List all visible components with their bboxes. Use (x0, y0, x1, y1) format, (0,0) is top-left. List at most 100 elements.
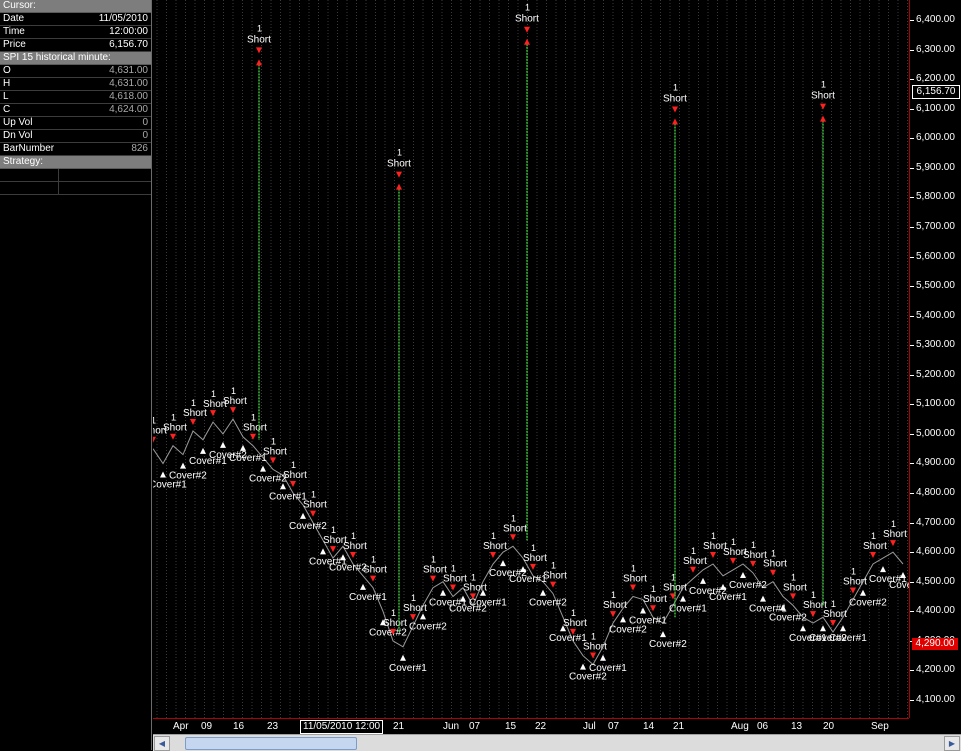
short-label: Short (247, 34, 271, 45)
cover-label: Cover#1 (829, 633, 867, 644)
qty-label: 1 (311, 490, 316, 500)
upvol-label: Up Vol (3, 117, 33, 128)
price-tick (910, 700, 914, 701)
time-tick-label: 23 (267, 721, 279, 732)
low-row: L 4,618.00 (0, 91, 151, 104)
time-tick-label: 14 (643, 721, 655, 732)
cover-arrow-icon (300, 512, 306, 519)
entry-marker-icon (524, 38, 530, 45)
short-label: Short (483, 541, 507, 552)
qty-label: 1 (591, 632, 596, 642)
qty-label: 1 (751, 540, 756, 550)
cover-arrow-icon (220, 441, 226, 448)
price-tick (910, 256, 914, 258)
cover-label: Cover#1 (509, 574, 547, 585)
short-label: Short (883, 529, 907, 540)
cover-arrow-icon (240, 444, 246, 451)
short-label: Short (263, 446, 287, 457)
low-label: L (3, 91, 9, 102)
open-label: O (3, 65, 11, 76)
time-tick-label: Aug (731, 721, 749, 732)
qty-label: 1 (851, 566, 856, 576)
qty-label: 1 (397, 148, 402, 158)
short-arrow-icon (450, 584, 456, 591)
price-tick (910, 404, 914, 406)
chart-canvas[interactable]: Short1Cover#1Short1Cover#2Short1Cover#1S… (153, 0, 909, 718)
cover-arrow-icon (880, 566, 886, 573)
last-price-tag: 4,290.00 (912, 637, 958, 650)
scroll-thumb[interactable] (185, 737, 357, 750)
price-tick (910, 286, 914, 288)
price-tick (910, 315, 914, 317)
price-tick-label: 5,800.00 (916, 191, 955, 203)
strategy-row (0, 182, 151, 195)
cover-arrow-icon (760, 595, 766, 602)
cover-label: Cover#2 (889, 580, 909, 591)
short-arrow-icon (750, 560, 756, 567)
short-arrow-icon (590, 652, 596, 659)
open-row: O 4,631.00 (0, 65, 151, 78)
qty-label: 1 (257, 23, 262, 33)
price-value: 6,156.70 (109, 39, 148, 50)
short-arrow-icon (610, 611, 616, 618)
qty-label: 1 (191, 398, 196, 408)
price-tick (910, 463, 914, 465)
short-arrow-icon (256, 47, 262, 54)
cover-label: Cover#1 (709, 592, 747, 603)
cover-arrow-icon (360, 583, 366, 590)
qty-label: 1 (411, 593, 416, 603)
short-arrow-icon (170, 433, 176, 440)
cover-arrow-icon (400, 654, 406, 661)
cursor-header: Cursor: (0, 0, 151, 13)
qty-label: 1 (331, 525, 336, 535)
qty-label: 1 (571, 608, 576, 618)
price-chart[interactable]: Short1Cover#1Short1Cover#2Short1Cover#1S… (153, 0, 909, 718)
scroll-right-button[interactable]: ▶ (944, 736, 960, 751)
time-axis[interactable]: Apr 09 16 23 21 Jun 07 15 22 Jul 07 14 21 Aug 06 13 20 Se… (153, 718, 909, 735)
qty-label: 1 (771, 549, 776, 559)
cover-label: Cover#2 (729, 580, 767, 591)
price-tick (910, 138, 914, 140)
entry-marker-icon (672, 118, 678, 125)
short-label: Short (223, 396, 247, 407)
time-tick-label: 21 (673, 721, 685, 732)
short-arrow-icon (820, 103, 826, 110)
cover-label: Cover#2 (169, 471, 207, 482)
short-arrow-icon (650, 605, 656, 612)
horizontal-scrollbar[interactable]: ◀ ▶ (153, 734, 961, 751)
price-tick-label: 6,100.00 (916, 102, 955, 114)
price-tick (910, 49, 914, 51)
scroll-left-button[interactable]: ◀ (154, 736, 170, 751)
cover-label: Cover#1 (469, 598, 507, 609)
qty-label: 1 (631, 564, 636, 574)
price-tick (910, 670, 914, 672)
time-tick-label: 22 (535, 721, 547, 732)
cover-arrow-icon (680, 595, 686, 602)
cover-label: Cover#2 (649, 639, 687, 650)
short-label: Short (387, 159, 411, 170)
cover-arrow-icon (500, 560, 506, 567)
short-arrow-icon (510, 534, 516, 541)
grid-lines (156, 0, 908, 718)
cover-label: Cover#1 (269, 491, 307, 502)
qty-label: 1 (831, 599, 836, 609)
cover-arrow-icon (160, 471, 166, 478)
cover-arrow-icon (740, 572, 746, 578)
cover-arrow-icon (800, 625, 806, 632)
cover-arrow-icon (860, 589, 866, 596)
short-label: Short (503, 523, 527, 534)
short-label: Short (863, 541, 887, 552)
cover-label: Cover#2 (249, 474, 287, 485)
short-arrow-icon (690, 566, 696, 573)
price-axis[interactable]: 6,400.00 6,300.00 6,200.00 6,100.00 6,000.00… (909, 0, 961, 718)
cover-label: Cover#1 (629, 615, 667, 626)
short-label: Short (543, 571, 567, 582)
short-label: Short (523, 553, 547, 564)
cover-arrow-icon (200, 447, 206, 454)
price-tick-label: 5,900.00 (916, 161, 955, 173)
price-tick-label: 5,700.00 (916, 220, 955, 232)
data-window: Cursor: Date 11/05/2010 Time 12:00:00 Pr… (0, 0, 152, 750)
short-arrow-icon (790, 593, 796, 600)
short-label: Short (283, 470, 307, 481)
price-tick-label: 4,400.00 (916, 605, 955, 617)
